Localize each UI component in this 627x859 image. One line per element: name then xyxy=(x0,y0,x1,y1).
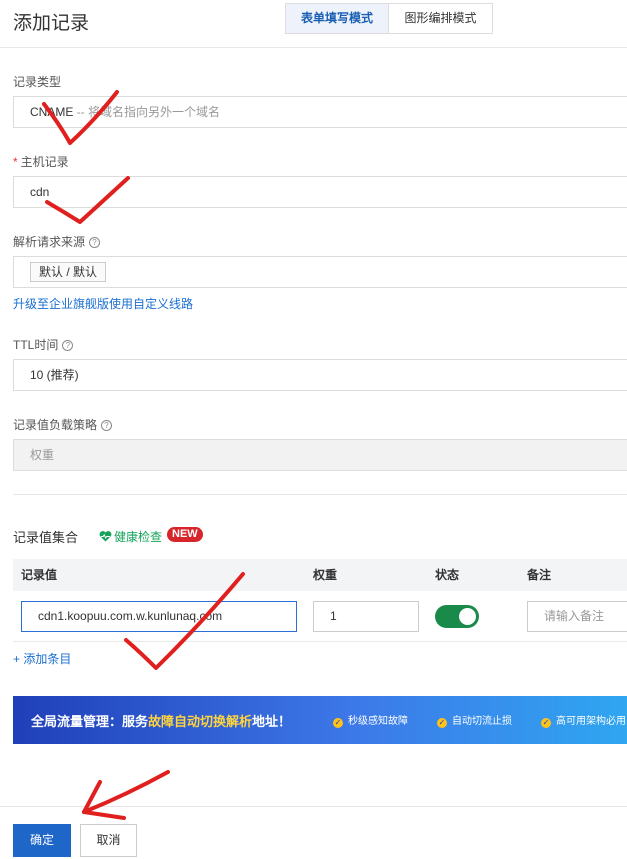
ttl-label: TTL时间? xyxy=(13,336,74,353)
banner-feature: ✓ 自动切流止损 xyxy=(437,712,512,728)
cancel-button[interactable]: 取消 xyxy=(80,824,137,857)
record-type-select[interactable]: CNAME -- 将域名指向另外一个域名 xyxy=(13,96,627,128)
banner-feature-label: 高可用架构必用 xyxy=(556,716,626,727)
banner-feature: ✓ 高可用架构必用 xyxy=(541,712,626,728)
arrow-annotation xyxy=(82,810,126,820)
column-header-status: 状态 xyxy=(435,568,460,582)
status-toggle[interactable] xyxy=(435,605,479,628)
load-strategy-select[interactable]: 权重 xyxy=(13,439,627,471)
tab-graphic-mode[interactable]: 图形编排模式 xyxy=(389,4,492,33)
banner-title-suffix: 地址！ xyxy=(252,714,292,729)
banner-feature-label: 秒级感知故障 xyxy=(348,716,408,727)
resolve-source-tag: 默认 / 默认 xyxy=(30,262,107,282)
resolve-source-label: 解析请求来源? xyxy=(13,233,101,250)
table-header: 记录值 权重 状态 备注 xyxy=(13,559,627,591)
toggle-knob xyxy=(459,608,476,625)
record-set-title: 记录值集合 xyxy=(13,530,79,545)
check-icon: ✓ xyxy=(333,718,343,728)
weight-input[interactable]: 1 xyxy=(313,601,419,632)
ttl-select[interactable]: 10 (推荐) xyxy=(13,359,627,391)
help-icon[interactable]: ? xyxy=(89,237,101,248)
host-record-input[interactable]: cdn xyxy=(13,176,627,208)
tab-form-mode[interactable]: 表单填写模式 xyxy=(286,4,389,33)
section-divider xyxy=(13,494,627,495)
load-strategy-value: 权重 xyxy=(30,448,55,462)
record-type-label: 记录类型 xyxy=(13,75,62,89)
load-strategy-label-text: 记录值负载策略 xyxy=(13,418,98,432)
page-title: 添加记录 xyxy=(13,13,90,34)
remark-input[interactable]: 请输入备注 xyxy=(527,601,627,632)
confirm-button[interactable]: 确定 xyxy=(13,824,71,857)
mode-tabs: 表单填写模式 图形编排模式 xyxy=(285,3,493,34)
new-badge: NEW xyxy=(167,527,203,542)
resolve-source-select[interactable]: 默认 / 默认 xyxy=(13,256,627,288)
column-header-weight: 权重 xyxy=(313,568,338,582)
column-header-value: 记录值 xyxy=(21,568,58,582)
arrow-annotation xyxy=(82,780,102,814)
dialog-header: 添加记录 表单填写模式 图形编排模式 xyxy=(0,0,627,48)
resolve-source-label-text: 解析请求来源 xyxy=(13,235,86,249)
banner-title-highlight: 故障自动切换解析 xyxy=(148,714,253,729)
record-type-hint: -- 将域名指向另外一个域名 xyxy=(76,105,221,119)
health-check-link[interactable]: 健康检查 xyxy=(99,528,162,545)
load-strategy-label: 记录值负载策略? xyxy=(13,416,113,433)
host-record-value: cdn xyxy=(30,185,50,199)
banner-feature: ✓ 秒级感知故障 xyxy=(333,712,408,728)
help-icon[interactable]: ? xyxy=(101,420,113,431)
required-mark: * xyxy=(13,155,18,169)
footer-divider xyxy=(0,806,627,807)
record-type-value: CNAME xyxy=(30,105,74,119)
check-icon: ✓ xyxy=(437,718,447,728)
check-icon: ✓ xyxy=(541,718,551,728)
promo-banner[interactable]: 全局流量管理：服务故障自动切换解析地址！ ✓ 秒级感知故障 ✓ 自动切流止损 ✓ 高可… xyxy=(13,696,627,744)
row-divider xyxy=(13,641,627,642)
heart-pulse-icon xyxy=(99,531,112,542)
banner-title: 全局流量管理：服务故障自动切换解析地址！ xyxy=(31,711,291,730)
add-entry-link[interactable]: + 添加条目 xyxy=(13,650,71,667)
health-check-label: 健康检查 xyxy=(114,530,163,544)
record-value-input[interactable]: cdn1.koopuu.com.w.kunlunaq.com xyxy=(21,601,297,632)
help-icon[interactable]: ? xyxy=(62,340,74,351)
ttl-label-text: TTL时间 xyxy=(13,338,59,352)
ttl-value: 10 (推荐) xyxy=(30,368,79,382)
banner-title-prefix: 全局流量管理：服务 xyxy=(31,714,149,729)
banner-feature-label: 自动切流止损 xyxy=(452,716,512,727)
column-header-remark: 备注 xyxy=(527,568,552,582)
host-record-label: * 主机记录 xyxy=(13,153,69,170)
host-record-label-text: 主机记录 xyxy=(20,155,69,169)
upgrade-link[interactable]: 升级至企业旗舰版使用自定义线路 xyxy=(13,295,193,312)
